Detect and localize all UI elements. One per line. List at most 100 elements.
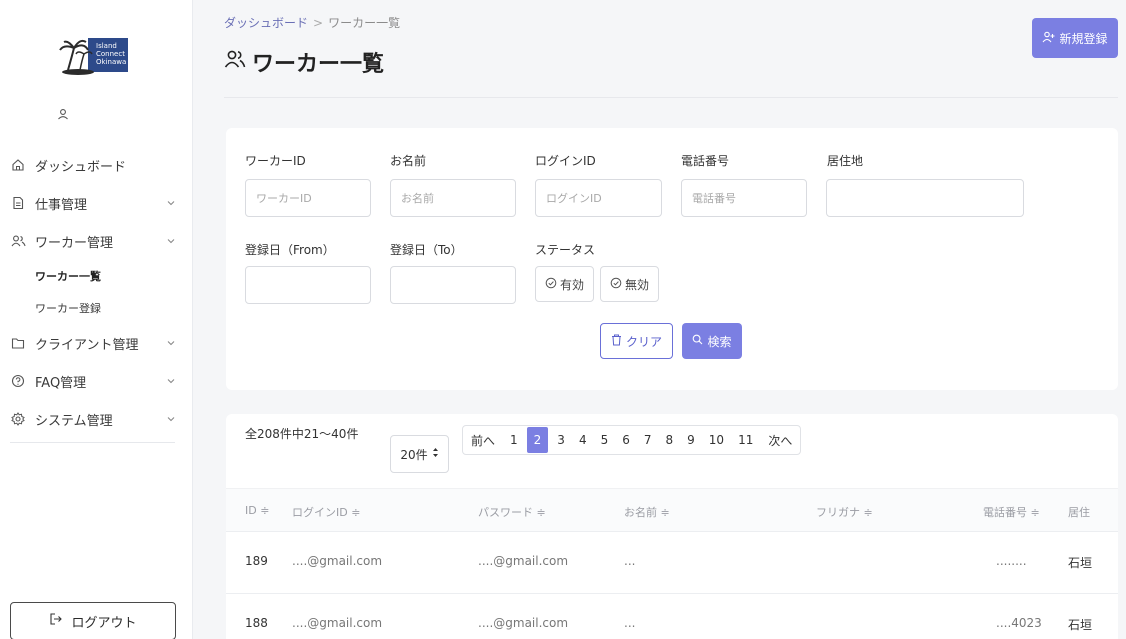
status-active-toggle[interactable]: 有効 [535, 266, 594, 302]
user-icon [57, 108, 69, 120]
cell-id: 189 [245, 554, 268, 568]
sidebar-item-jobs[interactable]: 仕事管理 [0, 184, 193, 222]
status-option-label: 有効 [559, 277, 584, 292]
date-from-input[interactable] [245, 266, 371, 304]
login-id-label: ログインID [535, 154, 596, 168]
address-input[interactable] [826, 179, 1024, 217]
table-row[interactable]: 189 ....@gmail.com ....@gmail.com ... ..… [226, 532, 1118, 594]
cell-login-id: ....@gmail.com [292, 554, 383, 568]
breadcrumb-separator: > [313, 16, 324, 30]
pagination-page[interactable]: 4 [572, 425, 594, 455]
worker-id-label: ワーカーID [245, 154, 306, 168]
sidebar-item-label: クライアント管理 [35, 337, 139, 353]
column-header-name[interactable]: お名前 ≑ [624, 504, 670, 520]
check-circle-icon [610, 277, 622, 292]
breadcrumb: ダッシュボード > ワーカー一覧 [224, 14, 400, 31]
column-header-furigana[interactable]: フリガナ ≑ [816, 504, 873, 520]
pagination-page[interactable]: 6 [615, 425, 637, 455]
chevron-down-icon [167, 379, 175, 384]
new-register-button[interactable]: 新規登録 [1032, 18, 1118, 58]
app-logo[interactable]: Island Connect Okinawa [58, 38, 134, 76]
breadcrumb-current: ワーカー一覧 [328, 16, 401, 30]
date-from-label: 登録日（From） [245, 243, 335, 257]
cell-phone: ....4023 [996, 616, 1042, 630]
chevron-down-icon [167, 239, 175, 244]
users-icon [10, 233, 26, 249]
status-option-label: 無効 [624, 277, 649, 292]
per-page-select[interactable]: 20件 [390, 435, 449, 473]
pagination-page[interactable]: 1 [503, 425, 525, 455]
login-id-input[interactable]: ログインID [535, 179, 662, 217]
column-header-password[interactable]: パスワード ≑ [478, 504, 546, 520]
search-panel: ワーカーID お名前 ログインID 電話番号 居住地 ワーカーID お名前 ログ… [226, 128, 1118, 390]
pagination-page[interactable]: 7 [637, 425, 659, 455]
sidebar: Island Connect Okinawa ダッシュボード 仕事管理 ワーカー… [0, 0, 193, 639]
per-page-value: 20件 [400, 447, 428, 462]
phone-input[interactable]: 電話番号 [681, 179, 807, 217]
sidebar-item-label: FAQ管理 [35, 375, 87, 391]
home-icon [10, 157, 26, 173]
pagination-page-current[interactable]: 2 [526, 427, 549, 453]
table-header: ID ≑ ログインID ≑ パスワード ≑ お名前 ≑ フリガナ ≑ 電話番号 … [226, 488, 1118, 532]
sidebar-divider [10, 442, 175, 443]
date-to-label: 登録日（To） [390, 243, 463, 257]
pagination-page[interactable]: 10 [702, 425, 731, 455]
logo-text: Island Connect Okinawa [96, 42, 127, 66]
sidebar-nav: ダッシュボード 仕事管理 ワーカー管理 ワーカー一覧 ワーカー登録 クライアント… [0, 146, 193, 438]
sidebar-item-label: ワーカー管理 [35, 235, 114, 251]
pagination-prev[interactable]: 前へ [463, 425, 503, 455]
current-user[interactable] [57, 108, 72, 120]
breadcrumb-link-dashboard[interactable]: ダッシュボード [224, 16, 308, 30]
cell-password: ....@gmail.com [478, 616, 569, 630]
name-label: お名前 [390, 154, 427, 168]
cell-address: 石垣 [1068, 618, 1093, 632]
table-row[interactable]: 188 ....@gmail.com ....@gmail.com ... ..… [226, 594, 1118, 639]
pagination-page[interactable]: 8 [659, 425, 681, 455]
column-header-address[interactable]: 居住 [1068, 504, 1090, 520]
name-input[interactable]: お名前 [390, 179, 516, 217]
cell-address: 石垣 [1068, 556, 1093, 570]
logout-icon [49, 612, 63, 630]
address-label: 居住地 [827, 154, 864, 168]
new-register-label: 新規登録 [1059, 31, 1108, 46]
pagination-next[interactable]: 次へ [760, 425, 800, 455]
sidebar-item-dashboard[interactable]: ダッシュボード [0, 146, 193, 184]
sidebar-subitem-worker-list[interactable]: ワーカー一覧 [0, 260, 193, 292]
page-title-text: ワーカー一覧 [252, 52, 385, 77]
header-divider [224, 97, 1118, 98]
sidebar-item-workers[interactable]: ワーカー管理 [0, 222, 193, 260]
column-header-phone[interactable]: 電話番号 ≑ [983, 504, 1040, 520]
clear-label: クリア [625, 334, 662, 349]
pagination-page[interactable]: 11 [731, 425, 760, 455]
clear-button[interactable]: クリア [600, 323, 673, 359]
pagination-page[interactable]: 5 [594, 425, 616, 455]
chevron-down-icon [167, 417, 175, 422]
pagination-page[interactable]: 3 [550, 425, 572, 455]
sidebar-item-faq[interactable]: FAQ管理 [0, 362, 193, 400]
check-circle-icon [545, 277, 557, 292]
help-circle-icon [10, 373, 26, 389]
trash-icon [611, 334, 622, 349]
cell-id: 188 [245, 616, 268, 630]
users-icon [224, 49, 246, 75]
folder-icon [10, 335, 26, 351]
cell-login-id: ....@gmail.com [292, 616, 383, 630]
column-header-id[interactable]: ID ≑ [245, 504, 269, 517]
sidebar-item-system[interactable]: システム管理 [0, 400, 193, 438]
search-button[interactable]: 検索 [682, 323, 742, 359]
search-icon [692, 334, 703, 348]
page-title: ワーカー一覧 [224, 46, 384, 78]
worker-id-input[interactable]: ワーカーID [245, 179, 371, 217]
gear-icon [10, 411, 26, 427]
sidebar-subitem-worker-register[interactable]: ワーカー登録 [0, 292, 193, 324]
column-header-login-id[interactable]: ログインID ≑ [292, 504, 360, 520]
search-label: 検索 [707, 334, 732, 349]
chevron-down-icon [167, 341, 175, 346]
pagination: 前へ 1 2 3 4 5 6 7 8 9 10 11 次へ [462, 425, 802, 455]
cell-name: ... [624, 554, 636, 568]
status-inactive-toggle[interactable]: 無効 [600, 266, 659, 302]
logout-button[interactable]: ログアウト [10, 602, 176, 639]
pagination-page[interactable]: 9 [680, 425, 702, 455]
sidebar-item-clients[interactable]: クライアント管理 [0, 324, 193, 362]
date-to-input[interactable] [390, 266, 516, 304]
